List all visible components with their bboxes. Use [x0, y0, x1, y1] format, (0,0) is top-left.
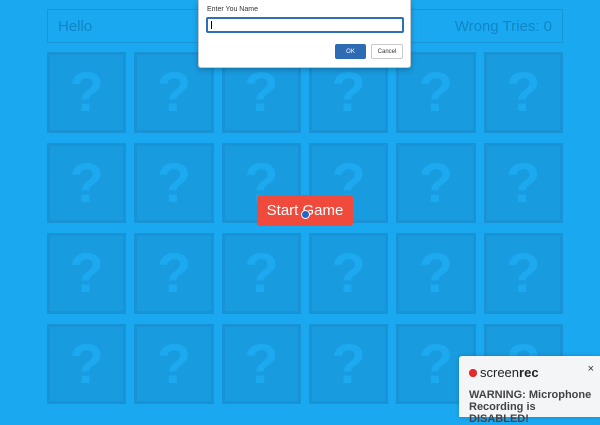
text-caret	[211, 21, 212, 29]
microphone-warning: WARNING: Microphone Recording is DISABLE…	[469, 389, 592, 425]
memory-card[interactable]: ?	[309, 233, 389, 314]
name-prompt-dialog: Enter You Name OK Cancel	[198, 0, 411, 68]
memory-card[interactable]: ?	[221, 233, 301, 314]
memory-card[interactable]: ?	[396, 142, 476, 223]
memory-card[interactable]: ?	[47, 52, 127, 133]
memory-card[interactable]: ?	[47, 323, 127, 404]
memory-card[interactable]: ?	[483, 52, 563, 133]
memory-card[interactable]: ?	[134, 142, 214, 223]
record-dot-icon	[469, 368, 477, 377]
card-grid: ? ? ? ? ? ? ? ? ? ? ? ? ? ? ? ? ? ? ? ? …	[47, 52, 563, 404]
greeting-text: Hello	[58, 17, 93, 35]
memory-card[interactable]: ?	[134, 233, 214, 314]
memory-card[interactable]: ?	[47, 142, 127, 223]
memory-card[interactable]: ?	[221, 323, 301, 404]
wrong-tries-counter: Wrong Tries: 0	[454, 17, 552, 35]
ok-button[interactable]: OK	[335, 44, 366, 59]
screenrec-logo: screen rec	[469, 365, 539, 380]
memory-card[interactable]: ?	[134, 323, 214, 404]
brand-rec: rec	[519, 365, 539, 380]
dialog-title: Enter You Name	[207, 6, 258, 13]
memory-card[interactable]: ?	[47, 233, 127, 314]
brand-screen: screen	[480, 365, 520, 380]
memory-card[interactable]: ?	[309, 323, 389, 404]
pointer-cursor-icon	[301, 210, 310, 219]
memory-card[interactable]: ?	[483, 142, 563, 223]
close-icon[interactable]: ×	[588, 363, 594, 375]
memory-card[interactable]: ?	[483, 233, 563, 314]
cancel-button[interactable]: Cancel	[371, 44, 403, 59]
memory-card[interactable]: ?	[396, 233, 476, 314]
screenrec-notification: screen rec × WARNING: Microphone Recordin…	[459, 356, 600, 425]
name-input[interactable]	[206, 17, 404, 33]
